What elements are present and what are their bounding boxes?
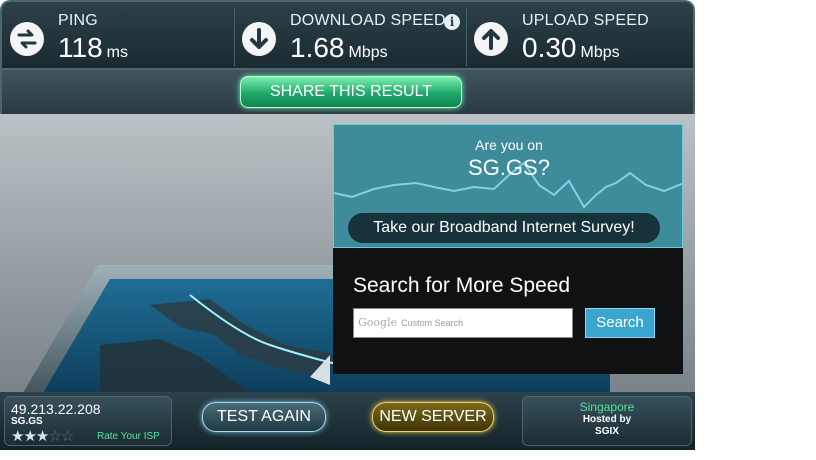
info-icon[interactable]: i (444, 14, 460, 30)
bottom-bar: 49.213.22.208 SG.GS ★★★☆☆ Rate Your ISP … (0, 392, 695, 450)
hosted-by-label: Hosted by (582, 414, 632, 425)
stats-bar: PING 118 ms DOWNLOAD SPEED 1.68 Mbps i UPL… (0, 0, 695, 70)
isp-rating-stars[interactable]: ★★★☆☆ (11, 427, 74, 445)
star-icon[interactable]: ☆ (61, 428, 74, 445)
star-icon[interactable]: ☆ (48, 428, 61, 445)
client-info-box: 49.213.22.208 SG.GS ★★★☆☆ Rate Your ISP (4, 396, 172, 446)
server-info-box: Singapore Hosted by SGIX (522, 396, 692, 446)
search-heading: Search for More Speed (353, 274, 571, 297)
survey-isp: SG.GS? (468, 155, 550, 180)
search-placeholder: Custom Search (401, 318, 464, 328)
new-server-button[interactable]: NEW SERVER (372, 402, 494, 432)
ping-value: 118 (58, 32, 103, 63)
download-stat: DOWNLOAD SPEED 1.68 Mbps i (234, 8, 467, 66)
ad-panel: Are you on SG.GS? Take our Broadband Int… (333, 124, 683, 374)
client-ip: 49.213.22.208 (11, 401, 101, 417)
google-logo: Google (358, 316, 398, 329)
ping-stat: PING 118 ms (2, 8, 235, 66)
upload-stat: UPLOAD SPEED 0.30 Mbps (466, 8, 694, 66)
upload-unit: Mbps (580, 44, 620, 61)
client-isp: SG.GS (11, 416, 43, 427)
survey-question: Are you on (475, 137, 543, 153)
ping-unit: ms (106, 44, 128, 61)
isp-survey-banner: Are you on SG.GS? Take our Broadband Int… (333, 124, 683, 248)
download-unit: Mbps (348, 44, 388, 61)
share-bar: SHARE THIS RESULT (0, 70, 695, 114)
search-input[interactable]: Google Custom Search (353, 308, 573, 338)
upload-label: UPLOAD SPEED (522, 12, 649, 29)
server-host: SGIX (595, 426, 619, 437)
upload-value: 0.30 (522, 32, 577, 63)
search-button[interactable]: Search (585, 308, 655, 338)
speedtest-app: PING 118 ms DOWNLOAD SPEED 1.68 Mbps i UPL… (0, 0, 695, 450)
download-label: DOWNLOAD SPEED (290, 12, 446, 29)
download-arrow-icon (242, 22, 276, 56)
ping-value-group: 118 ms (58, 32, 128, 64)
upload-arrow-icon (474, 22, 508, 56)
star-icon[interactable]: ★ (36, 428, 49, 445)
download-value: 1.68 (290, 32, 345, 63)
swap-arrows-icon (10, 22, 44, 56)
survey-button[interactable]: Take our Broadband Internet Survey! (348, 213, 660, 243)
star-icon[interactable]: ★ (23, 428, 36, 445)
star-icon[interactable]: ★ (11, 428, 24, 445)
share-result-button[interactable]: SHARE THIS RESULT (240, 76, 462, 108)
download-value-group: 1.68 Mbps (290, 32, 388, 64)
test-again-button[interactable]: TEST AGAIN (202, 402, 326, 432)
upload-value-group: 0.30 Mbps (522, 32, 620, 64)
rate-isp-link[interactable]: Rate Your ISP (97, 431, 160, 442)
ping-label: PING (58, 12, 98, 29)
server-city: Singapore (579, 400, 635, 414)
